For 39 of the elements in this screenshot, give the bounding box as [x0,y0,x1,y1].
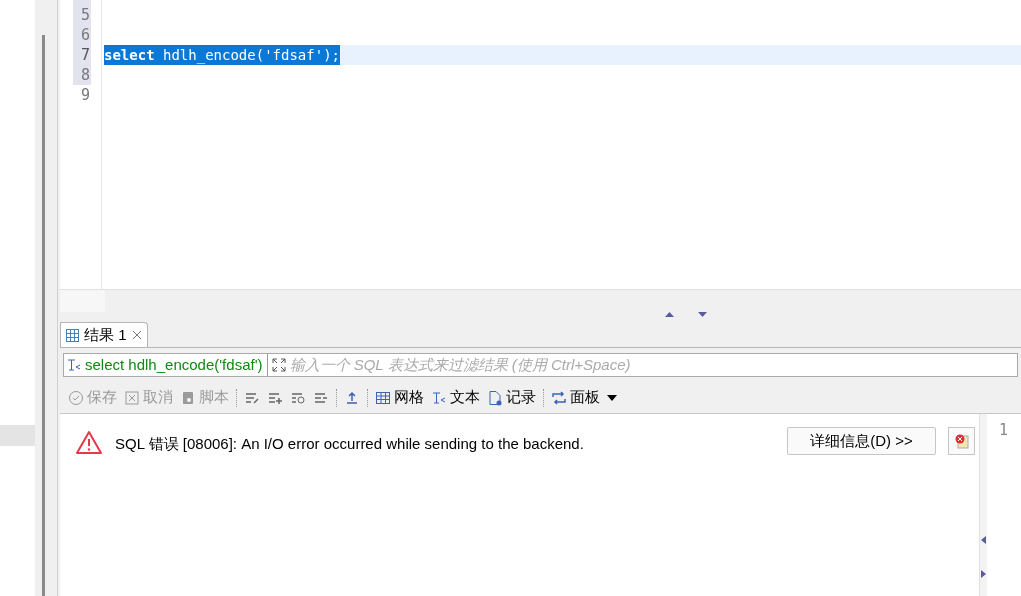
grid-icon [66,328,79,342]
text-icon [431,389,447,406]
expand-arrow-icon[interactable] [981,570,986,578]
details-button[interactable]: 详细信息(D) >> [787,427,936,455]
toolbar-button[interactable]: 文本 [431,386,480,409]
line-number: 5 [80,6,90,24]
close-icon [124,389,140,406]
code-text: select hdlh_encode('fdsaf'); [104,45,340,65]
filter-query: select hdlh_encode('fdsaf') [85,353,268,377]
check-circle-icon [68,389,84,406]
line-number: 6 [80,26,90,44]
scroll-icon [180,389,196,406]
caret-down-icon [607,394,617,401]
line-number: 7 [80,46,90,64]
error-log-icon [953,433,970,449]
error-message: SQL 错误 [08006]: An I/O error occurred while sending to the backend. [115,434,585,454]
error-log-button[interactable] [948,427,975,455]
line-number: 1 [999,421,1009,439]
toolbar-button[interactable]: 面板 [551,386,600,409]
toolbar-icon-button[interactable] [607,394,617,401]
line-number: 8 [80,66,90,84]
scrollbar-thumb[interactable] [42,35,45,596]
document-icon [487,389,503,406]
text-icon [66,357,82,373]
warning-icon [75,430,103,455]
filter-input[interactable]: 输入一个 SQL 表达式来过滤结果 (使用 Ctrl+Space) [289,353,1015,377]
upload-icon [344,389,360,406]
toolbar-button[interactable]: 记录 [487,386,536,409]
maximize-arrow-icon[interactable] [664,312,674,317]
close-icon[interactable] [131,330,142,340]
line-number: 9 [80,86,90,104]
minimize-arrow-icon[interactable] [697,312,707,317]
toolbar-button[interactable]: 网格 [375,386,424,409]
grid-icon [375,389,391,406]
expand-icon[interactable] [270,357,287,373]
swap-icon [551,389,567,406]
filter-field[interactable]: select hdlh_encode('fdsaf') 输入一个 SQL 表达式来过滤结果 (使用 Ctrl+Space) [63,353,1018,377]
collapse-arrow-icon[interactable] [981,536,986,544]
result-tab[interactable]: 结果 1 [60,322,148,347]
